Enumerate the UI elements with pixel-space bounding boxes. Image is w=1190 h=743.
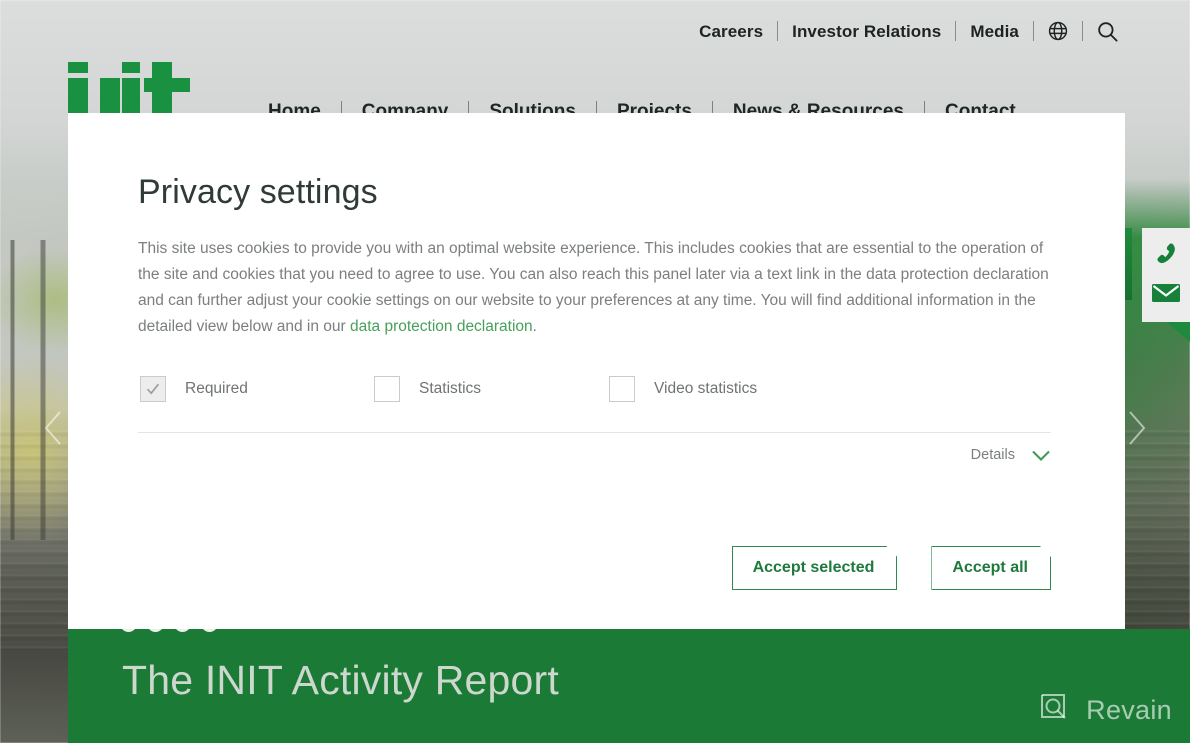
cookie-option-label: Statistics	[419, 380, 482, 397]
accept-all-button[interactable]: Accept all	[931, 546, 1051, 590]
mail-button[interactable]	[1146, 274, 1186, 312]
revain-watermark: Revain	[1040, 693, 1172, 727]
page-root: Careers Investor Relations Media Home Co…	[0, 0, 1190, 743]
topnav-item-media[interactable]: Media	[956, 23, 1033, 40]
envelope-icon	[1152, 284, 1180, 302]
phone-icon	[1157, 243, 1175, 264]
dialog-button-row: Accept selected Accept all	[138, 546, 1051, 590]
data-protection-declaration-link[interactable]: data protection declaration	[350, 318, 533, 335]
dialog-body-text: This site uses cookies to provide you wi…	[138, 240, 1049, 335]
carousel-prev-button[interactable]	[36, 404, 70, 452]
check-icon	[146, 383, 160, 395]
init-logo[interactable]	[66, 62, 198, 120]
privacy-settings-dialog: Privacy settings This site uses cookies …	[68, 113, 1125, 629]
checkbox-required[interactable]	[140, 376, 166, 402]
checkbox-statistics[interactable]	[374, 376, 400, 402]
background-catenary-poles	[0, 240, 70, 540]
search-icon[interactable]	[1083, 20, 1132, 43]
details-toggle[interactable]: Details	[138, 447, 1051, 463]
carousel-next-button[interactable]	[1120, 404, 1154, 452]
checkbox-video-statistics[interactable]	[609, 376, 635, 402]
cookie-option-label: Required	[185, 380, 248, 397]
cookie-option-label: Video statistics	[654, 380, 758, 397]
revain-label: Revain	[1086, 694, 1172, 725]
divider	[138, 432, 1051, 433]
cookie-option-video-statistics[interactable]: Video statistics	[609, 376, 757, 402]
dialog-body-text-end: .	[532, 318, 537, 335]
hero-title: The INIT Activity Report	[122, 657, 559, 703]
phone-button[interactable]	[1146, 236, 1186, 274]
cookie-options: Required Statistics Video statistics	[138, 376, 1051, 402]
hero-band: The INIT Activity Report	[68, 629, 1190, 743]
cookie-option-statistics[interactable]: Statistics	[374, 376, 609, 402]
accept-selected-button[interactable]: Accept selected	[732, 546, 898, 590]
dialog-title: Privacy settings	[138, 173, 378, 211]
side-action-rail	[1142, 228, 1190, 322]
top-utility-nav: Careers Investor Relations Media	[0, 0, 1190, 62]
cookie-option-required[interactable]: Required	[140, 376, 374, 402]
dialog-body: This site uses cookies to provide you wi…	[138, 236, 1051, 340]
revain-logo-icon	[1041, 694, 1066, 719]
topnav-item-careers[interactable]: Careers	[685, 23, 777, 40]
chevron-down-icon[interactable]	[1031, 449, 1051, 462]
globe-icon[interactable]	[1034, 20, 1082, 42]
side-rail-tail	[1164, 320, 1190, 342]
details-label: Details	[970, 447, 1015, 463]
topnav-item-investor-relations[interactable]: Investor Relations	[778, 23, 955, 40]
